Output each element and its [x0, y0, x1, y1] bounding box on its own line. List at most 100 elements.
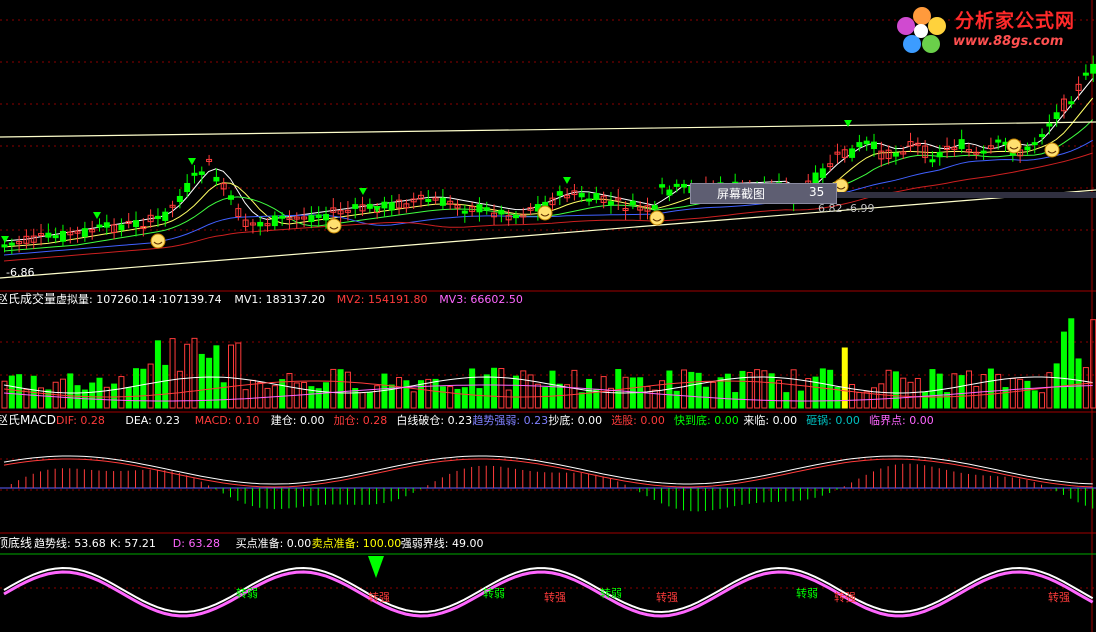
candle-body [315, 214, 322, 218]
kdj-plot: 转弱 转强 转弱 转强 转弱 转强 转弱 转强 转强 [0, 553, 1096, 618]
screenshot-tooltip[interactable]: 屏幕截图 35 [690, 183, 837, 204]
volume-bar [23, 389, 30, 409]
candle-body [681, 183, 688, 188]
volume-bar [878, 383, 885, 409]
candle-body [191, 172, 198, 176]
candle-body [388, 202, 395, 211]
candle-body [958, 139, 965, 150]
volume-bar [914, 377, 921, 409]
candle-body [279, 215, 286, 219]
macd-legend-item: DEA: 0.23 [125, 414, 179, 427]
candle-body [439, 197, 446, 206]
candle-body [1082, 72, 1089, 76]
volume-legend-item: MV2: 154191.80 [337, 293, 428, 306]
candle-body [352, 204, 359, 209]
kdj-legend-item: 趋势线: 53.68 [34, 536, 106, 550]
volume-bar [1031, 390, 1038, 409]
volume-bar [776, 379, 783, 409]
volume-bar [1053, 363, 1060, 409]
volume-bar [67, 373, 74, 409]
kdj-drop-marker [368, 556, 384, 578]
volume-panel-name: 赵氏成交量 [0, 291, 56, 306]
tooltip-label: 屏幕截图 [717, 187, 766, 201]
candle-body [870, 141, 877, 150]
logo-url: www.88gs.com [953, 34, 1064, 49]
volume-bar [892, 371, 899, 409]
volume-bar [118, 376, 125, 409]
candle-body [381, 201, 388, 209]
candle-body [556, 191, 563, 196]
macd-legend-item: 加仓: 0.28 [334, 413, 388, 427]
volume-bar [790, 369, 797, 409]
volume-bar [279, 379, 286, 409]
stock-chart-canvas[interactable]: -6.86 6.82 -6.99 赵氏成交量 虚拟量: 107260.14:10… [0, 0, 1096, 632]
volume-bar [257, 382, 264, 409]
candle-body [1, 244, 8, 248]
candle-body [162, 211, 169, 221]
candle-body [59, 230, 66, 242]
volume-bar [359, 392, 366, 409]
volume-bar [344, 371, 351, 409]
volume-bar [469, 368, 476, 409]
volume-bar [1039, 392, 1046, 409]
volume-bar [461, 387, 468, 409]
candle-body [1031, 142, 1038, 146]
candle-body [198, 171, 205, 175]
candle-body [184, 183, 191, 193]
volume-bar [1017, 378, 1024, 409]
candle-body [176, 195, 183, 202]
macd-legend-item: 来临: 0.00 [743, 413, 797, 427]
kdj-legend-item: 买点准备: 0.00 [236, 536, 312, 550]
smiley-icon [1006, 138, 1022, 154]
candle-body [512, 215, 519, 219]
kdj-legend-item: K: 57.21 [110, 537, 156, 550]
volume-bar [520, 370, 527, 409]
candle-body [666, 189, 673, 196]
volume-bar [965, 370, 972, 409]
down-arrow-icon [93, 212, 101, 219]
candle-body [995, 139, 1002, 143]
volume-legend-item: MV1: 183137.20 [234, 293, 325, 306]
volume-bar [710, 381, 717, 409]
volume-bar [761, 370, 768, 409]
candle-body [863, 140, 870, 145]
candle-body [257, 221, 264, 227]
candle-body [213, 176, 220, 182]
volume-bar [651, 389, 658, 409]
volume-bar [491, 367, 498, 409]
volume-bar [542, 386, 549, 409]
candle-body [593, 193, 600, 200]
kdj-signal-label: 转弱 [600, 586, 622, 600]
candle-body [425, 198, 432, 202]
price-panel-lines [0, 78, 1096, 279]
volume-bar [154, 340, 161, 409]
macd-dif-line [3, 455, 1093, 485]
kdj-legend: 趋势线: 53.68 K: 57.21 D: 63.28 买点准备: 0.00 卖点准备… [34, 536, 484, 550]
volume-bar [286, 373, 293, 409]
volume-bar [140, 368, 147, 409]
price-low-label: -6.86 [6, 266, 34, 279]
candle-body [322, 214, 329, 221]
macd-plot [0, 455, 1096, 512]
volume-bar [505, 389, 512, 409]
volume-bar [476, 388, 483, 409]
site-logo[interactable]: 分析家公式网 www.88gs.com [895, 4, 1095, 56]
candle-body [1039, 134, 1046, 138]
macd-legend-item: 趋势强弱: 0.23 [472, 414, 548, 427]
candle-body [45, 232, 52, 238]
volume-bar [870, 387, 877, 409]
logo-title: 分析家公式网 [955, 10, 1076, 32]
candle-body [154, 215, 161, 220]
volume-bar [59, 378, 66, 409]
tooltip-number: 35 [809, 185, 825, 199]
smiley-icon [649, 210, 665, 226]
volume-bar [410, 391, 417, 409]
volume-bar [176, 370, 183, 409]
volume-legend: 虚拟量: 107260.14:107139.74 MV1: 183137.20 MV… [56, 292, 523, 306]
candle-body [118, 224, 125, 231]
candle-body [929, 159, 936, 163]
volume-bar [454, 388, 461, 409]
volume-legend-item: MV3: 66602.50 [439, 293, 523, 306]
candle-body [1024, 146, 1031, 151]
candle-body [936, 151, 943, 158]
